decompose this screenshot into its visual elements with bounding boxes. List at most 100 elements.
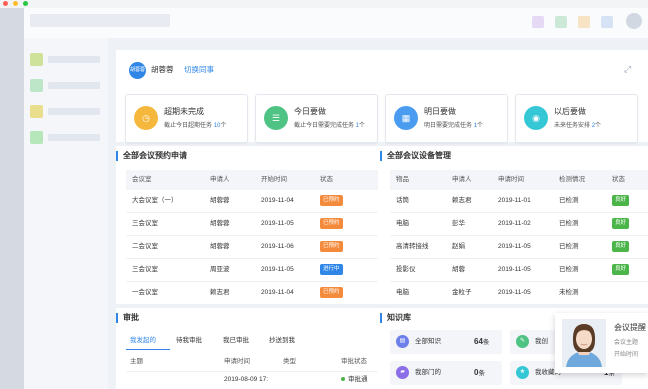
- meeting-reminder-popup[interactable]: 会议提醒 会议主题 开始时间: [555, 313, 648, 373]
- table-row[interactable]: 2019-08-09 17: 审批通: [126, 374, 378, 389]
- status-badge: 进行中: [320, 264, 343, 275]
- card-sub-text: 未来任务安排: [554, 123, 591, 129]
- tab-cc[interactable]: 抄送到我: [269, 336, 295, 345]
- nav-label-placeholder: [48, 134, 100, 141]
- tab-approved[interactable]: 我已审批: [223, 336, 249, 345]
- table-row[interactable]: 大会议室（一） 胡蓉蓉 2019-11-04 已预约: [126, 190, 378, 213]
- task-card[interactable]: ▦ 明日要做 明日需要完成任务 1个: [385, 94, 508, 143]
- expand-icon[interactable]: ⤢: [624, 64, 631, 74]
- meeting-room: 三会议室: [132, 266, 158, 273]
- nav-item[interactable]: [30, 131, 102, 144]
- equipment-check: 已检测: [559, 266, 579, 273]
- meeting-room: 二会议室: [132, 243, 158, 250]
- knowledge-count: 64条: [474, 337, 489, 347]
- equipment-date: 2019-11-02: [498, 220, 531, 227]
- card-unit: 个: [595, 123, 602, 129]
- tab-initiated[interactable]: 我发起的: [130, 336, 156, 345]
- equipment-check: 已检测: [559, 243, 579, 250]
- equipment-applicant: 赖志君: [452, 197, 472, 204]
- meeting-applicant: 周亚波: [210, 266, 230, 273]
- search-input[interactable]: [30, 14, 170, 27]
- status-badge: 已预约: [320, 241, 343, 252]
- table-header: 会议室 申请人 开始时间 状态: [126, 170, 378, 190]
- knowledge-item[interactable]: ▤ 全部知识 64条: [390, 330, 502, 354]
- status-badge: 良好: [612, 218, 630, 229]
- column-header: 审批状态: [341, 358, 367, 365]
- card-title: 以后要做: [554, 107, 586, 116]
- nav-label-placeholder: [48, 82, 100, 89]
- card-subtitle: 截止今日超期任务 10个: [164, 122, 226, 130]
- status-badge: 良好: [612, 195, 630, 206]
- book-icon: ▤: [396, 335, 409, 348]
- section-accent: [116, 313, 118, 323]
- table-row[interactable]: 电脑 彭华 2019-11-02 已检测 良好: [390, 213, 648, 236]
- equipment-item: 投影仪: [396, 266, 416, 273]
- equipment-panel: 全部会议设备管理 物品 申请人 申请时间 检测情况 状态 话筒 赖志君 2019-1…: [380, 146, 648, 305]
- card-sub-text: 截止今日需要完成任务: [294, 123, 355, 129]
- knowledge-label: 全部知识: [415, 338, 441, 345]
- task-card[interactable]: ◷ 超期未完成截止今日超期任务 10个: [125, 94, 248, 143]
- table-header: 物品 申请人 申请时间 检测情况 状态: [390, 170, 648, 190]
- table-row[interactable]: 二会议室 胡蓉蓉 2019-11-06 已预约: [126, 236, 378, 259]
- approval-date: 2019-08-09 17:: [224, 376, 269, 383]
- toolbar-icon[interactable]: [601, 16, 613, 28]
- column-header: 会议室: [132, 176, 152, 183]
- meeting-requests-panel: 全部会议预约申请 会议室 申请人 开始时间 状态 大会议室（一） 胡蓉蓉 2019-…: [116, 146, 381, 305]
- card-title: 今日要做: [294, 107, 326, 116]
- task-card[interactable]: ◉ 以后要做 未来任务安排 2个: [515, 94, 638, 143]
- toolbar-icon[interactable]: [555, 16, 567, 28]
- switch-colleague-link[interactable]: 切换同事: [184, 63, 214, 77]
- clock-icon: ◷: [134, 106, 158, 130]
- status-badge: 已预约: [320, 287, 343, 298]
- knowledge-count-value: 64: [474, 337, 483, 346]
- section-accent: [380, 151, 382, 161]
- minimize-dot[interactable]: [13, 1, 18, 6]
- nav-icon: [30, 105, 43, 118]
- folder-icon: ▰: [396, 366, 409, 379]
- status-badge: 良好: [612, 241, 630, 252]
- table-row[interactable]: 电脑 金粒子 2019-11-05 未检测: [390, 282, 648, 305]
- nav-icon: [30, 131, 43, 144]
- toolbar-icon[interactable]: [532, 16, 544, 28]
- column-header: 开始时间: [261, 176, 287, 183]
- table-row[interactable]: 三会议室 胡蓉蓉 2019-11-05 已预约: [126, 213, 378, 236]
- maximize-dot[interactable]: [23, 1, 28, 6]
- equipment-applicant: 胡蓉: [452, 266, 465, 273]
- meeting-date: 2019-11-04: [261, 197, 294, 204]
- reminder-title: 会议提醒: [614, 323, 646, 332]
- avatar[interactable]: 胡蓉蓉: [129, 62, 146, 79]
- toolbar-icon[interactable]: [578, 16, 590, 28]
- user-avatar[interactable]: [626, 13, 642, 29]
- table-row[interactable]: 三会议室 周亚波 2019-11-05 进行中: [126, 259, 378, 282]
- card-unit: 个: [220, 123, 227, 129]
- meeting-room: 大会议室（一）: [132, 197, 178, 204]
- table-row[interactable]: 话筒 赖志君 2019-11-01 已检测 良好: [390, 190, 648, 213]
- close-dot[interactable]: [3, 1, 8, 6]
- meeting-applicant: 胡蓉蓉: [210, 220, 230, 227]
- equipment-applicant: 彭华: [452, 220, 465, 227]
- meeting-room: 三会议室: [132, 220, 158, 227]
- column-header: 状态: [612, 176, 625, 183]
- task-card[interactable]: ☰ 今日要做 截止今日需要完成任务 1个: [255, 94, 378, 143]
- status-badge: 已预约: [320, 195, 343, 206]
- top-bar: [24, 8, 648, 38]
- user-name: 胡蓉蓉: [151, 65, 174, 74]
- person-illustration: [562, 319, 606, 367]
- nav-menu: [24, 8, 108, 389]
- table-row[interactable]: 一会议室 赖志君 2019-11-04 已预约: [126, 282, 378, 305]
- nav-item[interactable]: [30, 79, 102, 92]
- equipment-item: 高清转接线: [396, 243, 429, 250]
- tab-pending[interactable]: 待我审批: [176, 336, 202, 345]
- knowledge-item[interactable]: ▰ 我部门的 0条: [390, 361, 502, 385]
- column-header: 主题: [130, 358, 143, 365]
- knowledge-label: 我部门的: [415, 369, 441, 376]
- column-header: 状态: [320, 176, 333, 183]
- table-row[interactable]: 投影仪 胡蓉 2019-11-05 已检测 良好: [390, 259, 648, 282]
- equipment-item: 电脑: [396, 289, 409, 296]
- active-tab-indicator: [126, 349, 170, 350]
- table-row[interactable]: 高清转接线 赵娟 2019-11-05 已检测 良好: [390, 236, 648, 259]
- nav-item[interactable]: [30, 105, 102, 118]
- card-title: 超期未完成: [164, 107, 204, 116]
- nav-item[interactable]: [30, 53, 102, 66]
- approval-panel: 审批 我发起的 待我审批 我已审批 抄送到我 主题 申请时间 类型 审批状态 2…: [116, 308, 381, 389]
